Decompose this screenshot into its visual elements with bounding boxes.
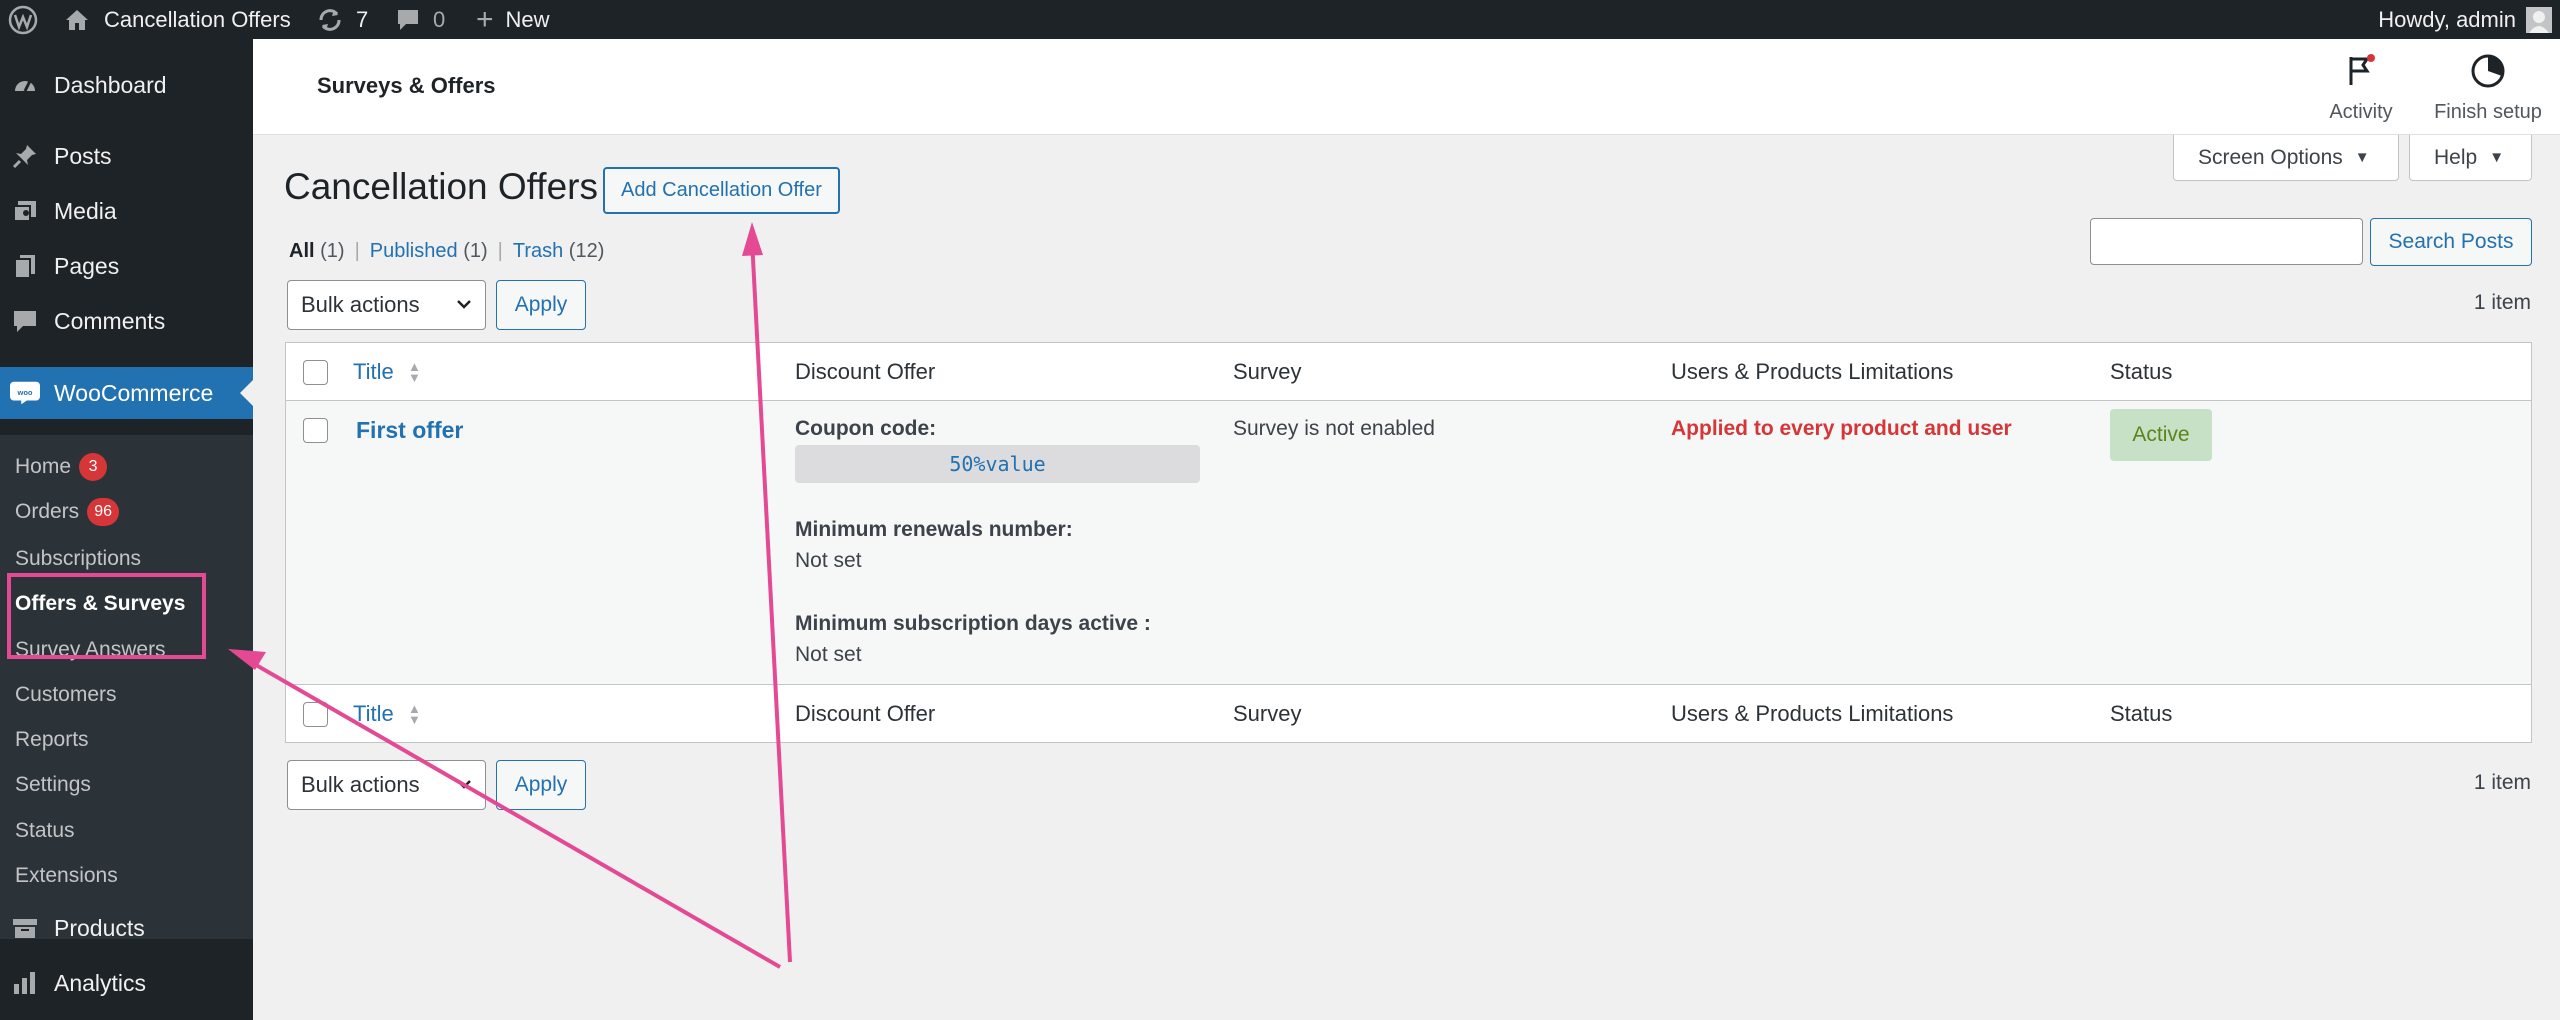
annotation-arrows — [228, 222, 792, 969]
